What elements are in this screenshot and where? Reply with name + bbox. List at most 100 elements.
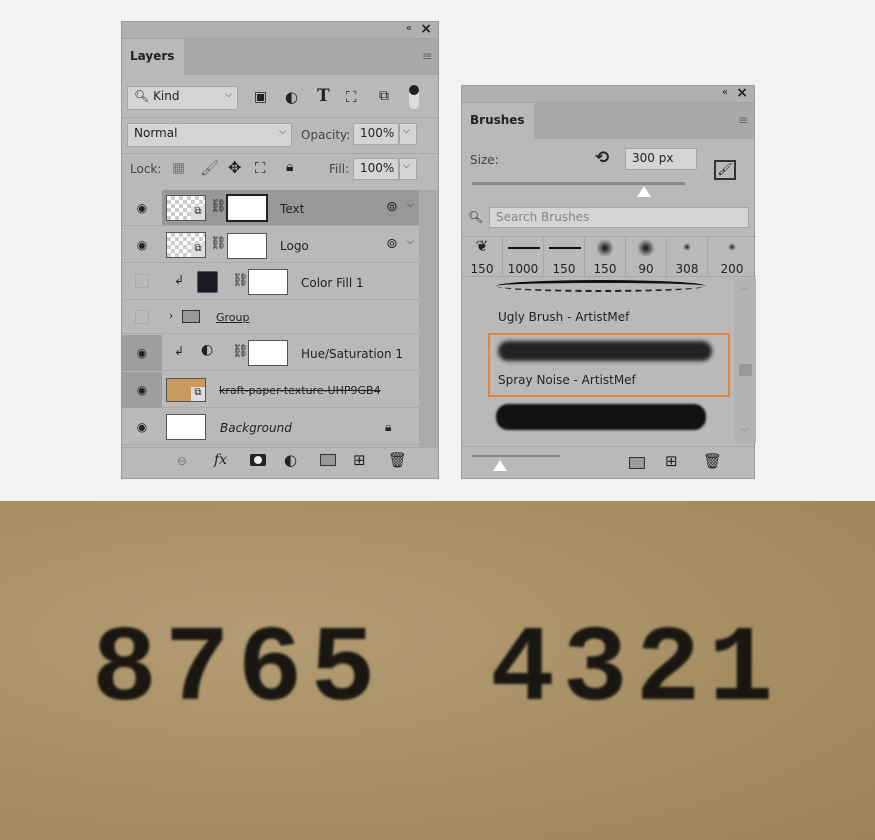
opacity-dropdown[interactable]: ⌵ [399, 123, 417, 145]
layer-name[interactable]: kraft-paper-texture-UHP9GB4 [219, 384, 381, 397]
lock-paint-brush-icon[interactable]: 🖌︎ [200, 159, 219, 177]
link-icon[interactable]: ⛓ [232, 344, 249, 359]
layer-row-group[interactable] [122, 301, 419, 334]
new-group-icon[interactable] [320, 454, 336, 466]
brush-preset[interactable]: ❦ 150 [462, 237, 503, 277]
eye-icon[interactable]: ◉ [122, 227, 162, 263]
lock-position-icon[interactable]: ✥ [228, 158, 241, 177]
opacity-input[interactable]: 100% [353, 123, 399, 145]
smart-object-icon: ⧉ [191, 387, 205, 401]
close-icon[interactable]: × [420, 21, 432, 37]
visibility-toggle-off[interactable] [135, 274, 149, 288]
adjustment-filter-icon[interactable]: ◐ [285, 88, 298, 106]
search-brushes-input[interactable]: Search Brushes [489, 207, 749, 228]
expand-chevron-icon[interactable]: › [169, 309, 173, 322]
brush-preset[interactable]: 200 [708, 237, 756, 277]
smart-object-filter-icon[interactable]: ⧉ [379, 88, 389, 104]
eye-icon[interactable]: ◉ [122, 372, 162, 408]
panel-menu-icon[interactable]: ≡ [422, 49, 432, 63]
brush-settings-icon[interactable]: 🖌︎ [714, 160, 736, 180]
new-brush-icon[interactable]: ⊞ [665, 452, 678, 470]
layer-name[interactable]: Color Fill 1 [301, 276, 364, 290]
layer-mask-thumbnail[interactable] [248, 340, 288, 366]
size-slider[interactable] [472, 182, 685, 185]
layer-mask-thumbnail[interactable] [226, 194, 268, 222]
lock-label: Lock: [130, 162, 162, 176]
add-mask-icon[interactable] [250, 454, 266, 466]
eye-icon[interactable]: ◉ [122, 335, 162, 371]
new-layer-icon[interactable]: ⊞ [353, 451, 366, 469]
eye-icon[interactable]: ◉ [122, 190, 162, 225]
tab-bar: Layers ≡ [122, 39, 438, 76]
blend-mode-select[interactable]: Normal ⌵ [127, 123, 292, 147]
fill-color-thumbnail[interactable] [197, 271, 218, 293]
fx-icon[interactable]: fx [214, 452, 227, 468]
eye-icon[interactable]: ◉ [122, 409, 162, 445]
layer-thumbnail: ⧉ [166, 232, 206, 258]
adjustment-layer-icon[interactable]: ◐ [284, 451, 297, 469]
lock-icon[interactable]: 🔒︎ [385, 420, 391, 435]
typewriter-digits-right: 4321 [490, 610, 782, 732]
trash-icon[interactable]: 🗑︎ [703, 452, 722, 470]
layer-name[interactable]: Hue/Saturation 1 [301, 347, 403, 361]
clipping-arrow-icon: ↲ [174, 344, 185, 358]
preview-size-handle[interactable] [493, 460, 507, 471]
panel-menu-icon[interactable]: ≡ [738, 113, 748, 127]
layer-mask-thumbnail[interactable] [227, 233, 267, 259]
tab-layers[interactable]: Layers [122, 39, 184, 76]
link-layers-icon[interactable]: ⊖ [177, 454, 187, 468]
new-group-icon[interactable] [629, 457, 645, 469]
brush-name: Spray Noise - ArtistMef [498, 373, 636, 387]
brush-item-selected[interactable]: Spray Noise - ArtistMef [488, 333, 730, 397]
layer-name[interactable]: Group [216, 311, 250, 324]
adjustment-icon: ◐ [201, 342, 214, 358]
layer-name[interactable]: Text [280, 202, 304, 216]
layer-name[interactable]: Background [220, 421, 292, 435]
size-label: Size: [470, 153, 499, 167]
lock-artboard-icon[interactable]: ⛶ [255, 159, 266, 177]
pixel-filter-icon[interactable]: ▣ [254, 89, 267, 105]
chevron-down-icon: ⌵ [279, 127, 286, 137]
fill-dropdown[interactable]: ⌵ [399, 158, 417, 180]
layers-footer: ⊖ fx ◐ ⊞ 🗑︎ [122, 448, 438, 478]
brush-preset[interactable]: 90 [626, 237, 667, 277]
filter-kind-value: Kind [153, 89, 180, 103]
link-icon[interactable]: ⛓ [210, 199, 227, 214]
brush-preset[interactable]: 150 [544, 237, 585, 277]
reset-icon[interactable]: ⟲ [595, 148, 609, 168]
lock-transparent-icon[interactable]: ▦ [172, 160, 185, 176]
brush-preset[interactable]: 150 [585, 237, 626, 277]
visibility-toggle-off[interactable] [135, 310, 149, 324]
tab-bar: Brushes ≡ [462, 103, 754, 140]
fill-input[interactable]: 100% [353, 158, 399, 180]
brush-list-scrollbar[interactable]: ︿ ﹀ [734, 278, 756, 443]
chevron-down-icon[interactable]: ⌵ [407, 237, 414, 247]
trash-icon[interactable]: 🗑︎ [388, 451, 407, 469]
collapse-icon[interactable]: « [406, 23, 412, 34]
brush-item[interactable] [488, 400, 732, 443]
tab-brushes[interactable]: Brushes [462, 103, 534, 140]
shape-filter-icon[interactable]: ⛶ [346, 88, 357, 106]
brush-stroke-preview [496, 280, 706, 292]
size-slider-handle[interactable] [637, 186, 651, 197]
layer-thumbnail: ⧉ [166, 378, 206, 402]
scroll-up-icon: ︿ [740, 283, 750, 293]
brush-preset[interactable]: 1000 [503, 237, 544, 277]
filter-toggle[interactable] [409, 85, 419, 109]
scrollbar[interactable] [419, 190, 438, 447]
link-icon[interactable]: ⛓ [210, 236, 227, 251]
close-icon[interactable]: × [736, 85, 748, 101]
layer-name[interactable]: Logo [280, 239, 309, 253]
link-icon[interactable]: ⛓ [232, 273, 249, 288]
layer-mask-thumbnail[interactable] [248, 269, 288, 295]
brush-item[interactable]: Ugly Brush - ArtistMef [488, 278, 732, 330]
type-filter-icon[interactable]: T [317, 86, 330, 106]
lock-all-icon[interactable]: 🔒︎ [286, 159, 293, 175]
brush-preset[interactable]: 308 [667, 237, 708, 277]
chevron-down-icon[interactable]: ⌵ [407, 200, 414, 210]
filter-kind-select[interactable]: 🔍︎ Kind ⌵ [127, 86, 238, 110]
scroll-thumb [739, 364, 752, 376]
collapse-icon[interactable]: « [722, 87, 728, 98]
preview-size-slider[interactable] [472, 455, 560, 457]
size-input[interactable]: 300 px [625, 148, 697, 170]
